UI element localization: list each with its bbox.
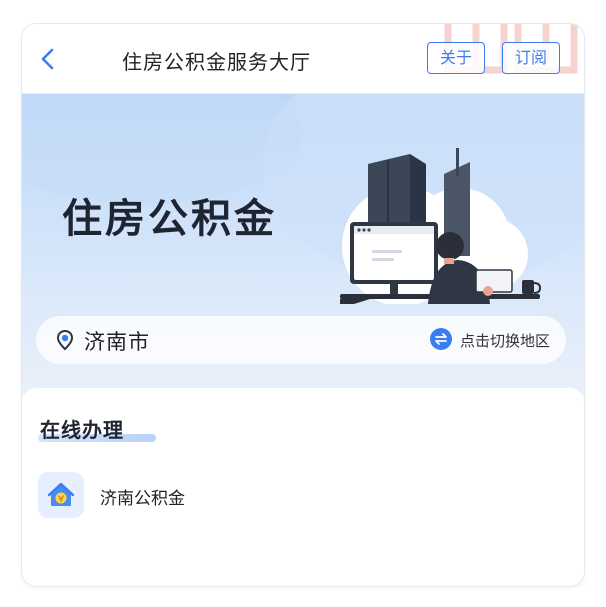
service-icon-tile — [38, 472, 84, 518]
service-item-jinan-fund[interactable]: 济南公积金 — [38, 472, 338, 520]
about-button[interactable]: 关于 — [427, 42, 485, 74]
location-pin-icon — [56, 329, 74, 351]
page-title: 住房公积金服务大厅 — [122, 50, 311, 74]
switch-arrows-icon — [430, 328, 452, 350]
service-label: 济南公积金 — [100, 489, 185, 509]
app-window: 住房公积金服务大厅 关于 订阅 住房公积金 济南市 点击切换地区 在线办理 济南… — [22, 24, 584, 586]
online-services-section: 在线办理 济南公积金 — [22, 388, 584, 586]
hero-title: 住房公积金 — [62, 196, 277, 242]
worker-at-computer-illustration — [340, 148, 542, 304]
location-bar: 济南市 点击切换地区 — [36, 316, 566, 364]
section-title: 在线办理 — [40, 418, 124, 442]
back-arrow-icon[interactable] — [34, 44, 64, 74]
header-bar: 住房公积金服务大厅 关于 订阅 — [22, 24, 584, 94]
hero-banner: 住房公积金 济南市 点击切换地区 — [22, 94, 584, 394]
subscribe-button[interactable]: 订阅 — [502, 42, 560, 74]
house-coin-icon — [47, 482, 75, 506]
switch-region-label: 点击切换地区 — [460, 332, 551, 350]
current-city: 济南市 — [84, 330, 150, 354]
